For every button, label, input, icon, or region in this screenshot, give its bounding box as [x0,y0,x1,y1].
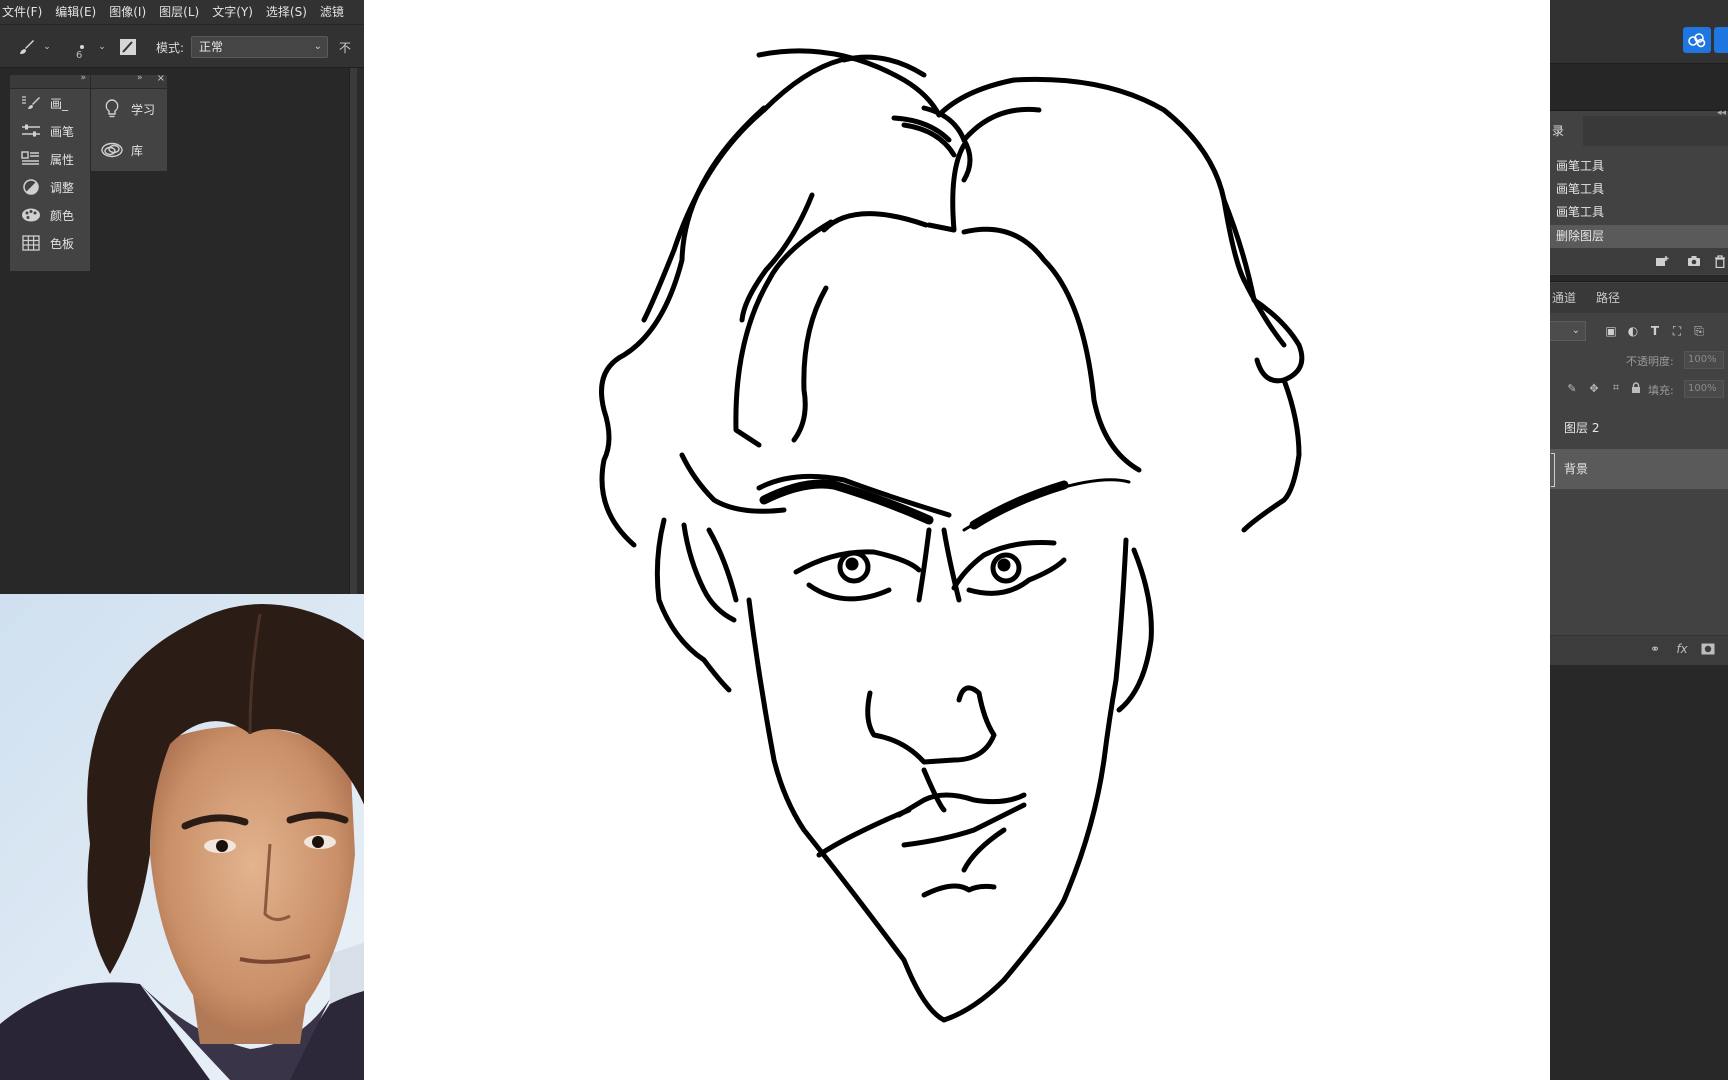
menu-edit[interactable]: 编辑(E) [53,0,103,24]
dock-column-1: 画_ 画笔 属性 调整 颜色 色板 [10,89,90,271]
menu-bar: 文件(F) 编辑(E) 图像(I) 图层(L) 文字(Y) 选择(S) 滤镜 [0,0,364,24]
history-item[interactable]: 画笔工具 [1550,201,1728,224]
menu-image[interactable]: 图像(I) [107,0,153,24]
brush-picker-chevron-icon[interactable]: ⌄ [96,25,108,69]
new-document-from-state-icon[interactable] [1654,253,1670,269]
opacity-label-truncated: 不 [339,41,352,55]
layer-kind-filter-select[interactable]: ⌄ [1550,321,1586,341]
opacity-field[interactable]: 100% [1684,351,1724,369]
trash-icon[interactable] [1712,253,1728,269]
menu-file[interactable]: 文件(F) [0,0,49,24]
filter-smart-object-icon[interactable]: ⎘ [1690,322,1708,340]
right-panels: ◂◂ 录 画笔工具 画笔工具 画笔工具 删除图层 通道 路径 ⌄ ▣ ◐ T ⛶… [1550,0,1728,1080]
menu-type[interactable]: 文字(Y) [210,0,260,24]
tab-paths[interactable]: 路径 [1596,283,1620,313]
panel-edge [357,68,364,594]
layer-thumbnail-edge [1551,453,1555,487]
dock-adjustments[interactable]: 调整 [10,173,74,201]
tab-channels[interactable]: 通道 [1552,283,1576,313]
panel-gap [1550,64,1728,110]
menu-layer[interactable]: 图层(L) [157,0,206,24]
cloud-share-button[interactable] [1683,27,1711,53]
left-workspace: 文件(F) 编辑(E) 图像(I) 图层(L) 文字(Y) 选择(S) 滤镜 ⌄… [0,0,364,594]
filter-shape-icon[interactable]: ⛶ [1668,322,1686,340]
lock-all-icon[interactable] [1628,380,1644,396]
layer-mask-icon[interactable] [1700,641,1716,657]
lightbulb-icon [101,99,123,118]
tab-history[interactable]: 录 [1550,116,1583,146]
history-item[interactable]: 画笔工具 [1550,178,1728,201]
link-layers-icon[interactable]: ⚭ [1647,641,1663,657]
lock-artboard-icon[interactable]: ⌗ [1608,380,1624,396]
close-icon[interactable]: × [157,73,165,84]
opacity-label: 不透明度: [1626,355,1674,368]
brush-size-dot-icon[interactable] [72,25,92,69]
properties-icon [20,150,42,168]
dock-header-col1[interactable]: » [10,73,90,88]
dock-brush-settings[interactable]: 画笔 [10,117,74,145]
dock-column-2: 学习 库 [91,89,167,171]
dock-header-col2[interactable]: » × [91,73,167,88]
brush-size-value: 6 [76,50,83,61]
filter-type-icon[interactable]: T [1646,322,1664,340]
brush-tool-icon[interactable] [14,25,40,69]
layer-name: 图层 2 [1564,421,1600,435]
fx-icon[interactable]: fx [1674,641,1690,657]
brush-panel-toggle-icon[interactable] [116,25,140,69]
libraries-icon [101,141,123,159]
panel-scrollbar[interactable] [349,68,357,594]
right-menubar-strip [1550,0,1728,24]
filter-pixel-icon[interactable]: ▣ [1602,322,1620,340]
menu-filter[interactable]: 滤镜 [318,0,351,24]
layer-item[interactable]: 图层 2 [1550,408,1728,448]
dock-libraries[interactable]: 库 [91,135,143,165]
fill-label: 填充: [1648,384,1674,397]
layer-item-selected[interactable]: 背景 [1550,449,1728,489]
chevron-down-icon: ⌄ [313,41,322,52]
collapse-arrows-icon[interactable]: » [80,73,86,83]
camera-snapshot-icon[interactable] [1686,253,1702,269]
brush-presets-icon [20,94,42,112]
history-item-selected[interactable]: 删除图层 [1550,225,1728,248]
lock-brush-icon[interactable]: ✎ [1564,380,1580,396]
collapse-arrows-icon[interactable]: » [137,73,143,83]
share-button[interactable] [1714,27,1728,53]
dock-brush-presets[interactable]: 画_ [10,89,68,117]
brush-settings-icon [20,122,42,140]
dock-color[interactable]: 颜色 [10,201,74,229]
blend-mode-value: 正常 [199,40,224,54]
menu-select[interactable]: 选择(S) [264,0,314,24]
options-bar: ⌄ 6 ⌄ 模式: 正常 ⌄ 不 [0,24,364,68]
blend-mode-select[interactable]: 正常 ⌄ [191,36,328,58]
adjustments-icon [20,178,42,196]
document-canvas[interactable] [364,0,1550,1080]
dock-properties[interactable]: 属性 [10,145,74,173]
layers-tab-bar [1550,283,1728,313]
swatches-icon [20,234,42,252]
dock-swatches[interactable]: 色板 [10,229,74,257]
line-drawing-face [599,48,1305,1023]
tool-preset-chevron-icon[interactable]: ⌄ [40,25,54,69]
history-item[interactable]: 画笔工具 [1550,155,1728,178]
mode-label: 模式: [156,41,185,55]
lock-position-icon[interactable]: ✥ [1586,380,1602,396]
filter-adjustment-icon[interactable]: ◐ [1624,322,1642,340]
layer-name: 背景 [1564,462,1589,476]
color-palette-icon [20,206,42,224]
dock-learn[interactable]: 学习 [91,94,155,124]
fill-field[interactable]: 100% [1684,380,1724,398]
